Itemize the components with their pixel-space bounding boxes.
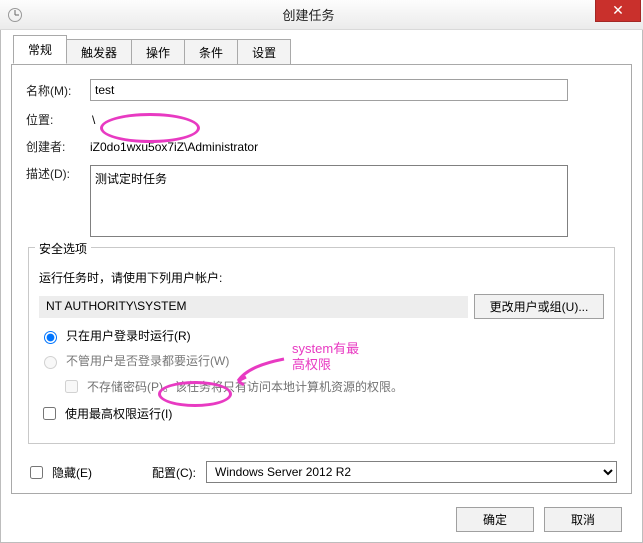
app-icon bbox=[8, 8, 22, 22]
security-options-group: 安全选项 运行任务时，请使用下列用户帐户: NT AUTHORITY\SYSTE… bbox=[28, 247, 615, 444]
radio-run-logged-on-label: 只在用户登录时运行(R) bbox=[66, 327, 191, 344]
location-value: \ bbox=[90, 113, 95, 127]
description-label: 描述(D): bbox=[26, 165, 90, 182]
tab-triggers[interactable]: 触发器 bbox=[66, 39, 132, 65]
close-button[interactable]: ✕ bbox=[595, 0, 641, 22]
check-no-store-password: 不存储密码(P)。该任务将只有访问本地计算机资源的权限。 bbox=[61, 377, 604, 396]
name-input[interactable] bbox=[90, 79, 568, 101]
tab-panel-general: 名称(M): 位置: \ 创建者: iZ0do1wxu5ox7iZ\Admini… bbox=[11, 64, 632, 494]
check-hidden-label: 隐藏(E) bbox=[52, 464, 92, 481]
creator-value: iZ0do1wxu5ox7iZ\Administrator bbox=[90, 140, 258, 154]
name-label: 名称(M): bbox=[26, 82, 90, 99]
change-user-button[interactable]: 更改用户或组(U)... bbox=[474, 294, 604, 319]
tab-actions[interactable]: 操作 bbox=[131, 39, 185, 65]
tab-settings[interactable]: 设置 bbox=[237, 39, 291, 65]
radio-run-any-input[interactable] bbox=[44, 356, 57, 369]
creator-label: 创建者: bbox=[26, 138, 90, 155]
check-hidden[interactable]: 隐藏(E) bbox=[26, 463, 92, 482]
ok-button[interactable]: 确定 bbox=[456, 507, 534, 532]
radio-run-any-label: 不管用户是否登录都要运行(W) bbox=[66, 352, 229, 369]
run-as-label: 运行任务时，请使用下列用户帐户: bbox=[39, 269, 604, 286]
radio-run-logged-on[interactable]: 只在用户登录时运行(R) bbox=[39, 327, 604, 344]
check-highest-privileges[interactable]: 使用最高权限运行(I) bbox=[39, 404, 604, 423]
check-hidden-input[interactable] bbox=[30, 466, 43, 479]
cancel-button[interactable]: 取消 bbox=[544, 507, 622, 532]
configure-for-label: 配置(C): bbox=[152, 464, 196, 481]
window-body: 常规 触发器 操作 条件 设置 名称(M): 位置: \ 创建者: iZ0do1… bbox=[0, 30, 643, 543]
check-highest-privileges-label: 使用最高权限运行(I) bbox=[65, 405, 172, 422]
radio-run-logged-on-input[interactable] bbox=[44, 331, 57, 344]
check-no-store-password-label: 不存储密码(P)。该任务将只有访问本地计算机资源的权限。 bbox=[87, 378, 403, 395]
tab-conditions[interactable]: 条件 bbox=[184, 39, 238, 65]
run-as-account: NT AUTHORITY\SYSTEM bbox=[39, 296, 468, 318]
tabstrip: 常规 触发器 操作 条件 设置 bbox=[13, 38, 632, 64]
check-highest-privileges-input[interactable] bbox=[43, 407, 56, 420]
description-input[interactable]: 测试定时任务 bbox=[90, 165, 568, 237]
configure-for-select[interactable]: Windows Server 2012 R2 bbox=[206, 461, 617, 483]
location-label: 位置: bbox=[26, 111, 90, 128]
radio-run-any[interactable]: 不管用户是否登录都要运行(W) bbox=[39, 352, 604, 369]
tab-general[interactable]: 常规 bbox=[13, 35, 67, 64]
check-no-store-password-input bbox=[65, 380, 78, 393]
security-legend: 安全选项 bbox=[35, 240, 91, 257]
window-title: 创建任务 bbox=[22, 5, 595, 24]
title-bar: 创建任务 ✕ bbox=[0, 0, 643, 30]
